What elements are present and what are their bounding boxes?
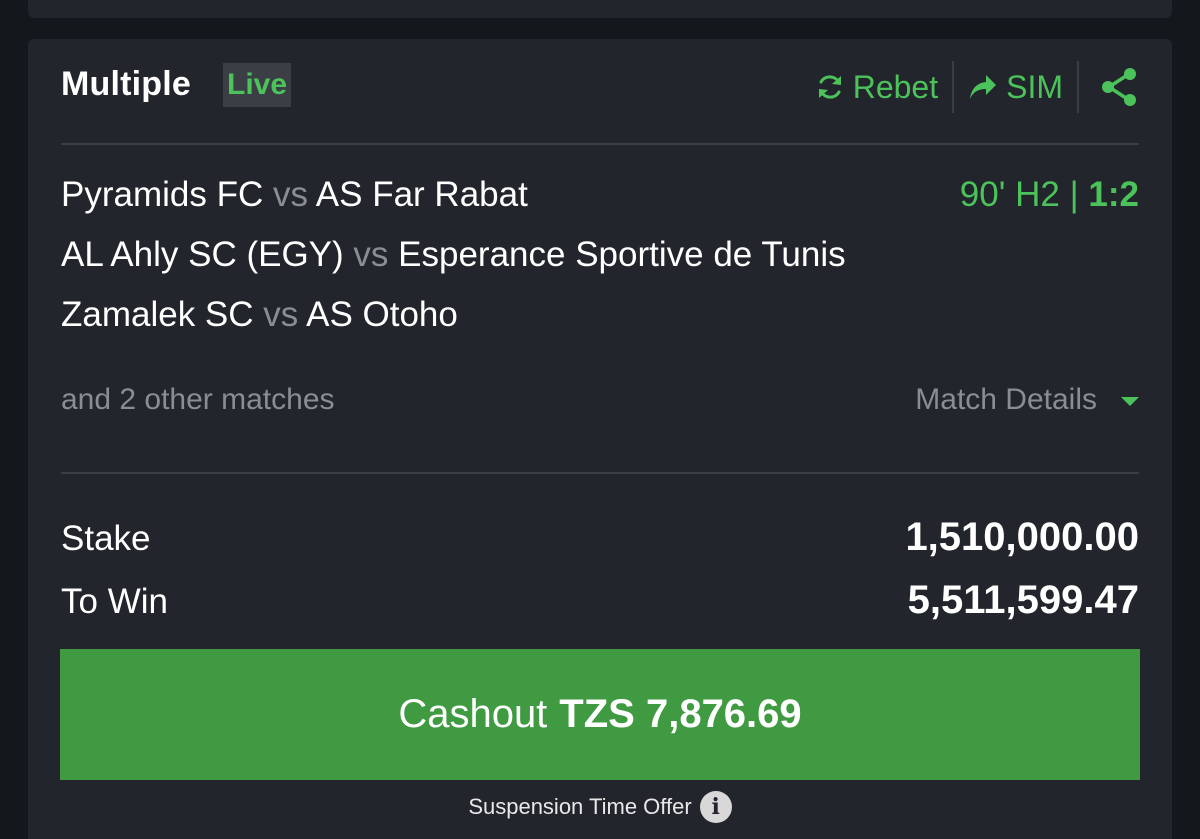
to-win-label: To Win xyxy=(61,582,168,621)
cashout-label: Cashout xyxy=(398,692,548,736)
other-matches-text: and 2 other matches xyxy=(61,383,335,416)
share-button[interactable] xyxy=(1099,66,1139,108)
match-row: Zamalek SC vs AS Otoho xyxy=(61,295,458,335)
home-team: AL Ahly SC (EGY) xyxy=(61,235,344,274)
match-row: AL Ahly SC (EGY) vs Esperance Sportive d… xyxy=(61,235,846,275)
vs-label: vs xyxy=(272,175,308,214)
bet-card: Multiple Live Rebet SIM Pyramids FC vs A… xyxy=(28,39,1172,839)
cashout-amount: TZS 7,876.69 xyxy=(559,692,802,736)
bet-actions: Rebet SIM xyxy=(815,61,1139,113)
home-team: Pyramids FC xyxy=(61,175,264,214)
vs-label: vs xyxy=(263,295,299,334)
rebet-button[interactable]: Rebet xyxy=(815,69,938,106)
suspension-time-offer[interactable]: Suspension Time Offer i xyxy=(28,791,1172,823)
home-team: Zamalek SC xyxy=(61,295,254,334)
share-icon xyxy=(1099,66,1139,108)
stake-value: 1,510,000.00 xyxy=(905,515,1139,559)
chevron-down-icon xyxy=(1121,396,1139,406)
live-score: 90' H2 | 1:2 xyxy=(960,175,1139,215)
live-badge: Live xyxy=(223,63,292,107)
previous-bet-card xyxy=(28,0,1172,18)
cashout-button[interactable]: Cashout TZS 7,876.69 xyxy=(60,649,1140,780)
away-team: Esperance Sportive de Tunis xyxy=(398,235,846,274)
info-icon[interactable]: i xyxy=(699,791,732,823)
share-arrow-icon xyxy=(968,73,998,101)
header-divider xyxy=(61,143,1139,145)
rebet-label: Rebet xyxy=(852,68,939,105)
sim-button[interactable]: SIM xyxy=(968,69,1063,106)
bet-type-title: Multiple xyxy=(61,65,192,103)
match-details-toggle[interactable]: Match Details xyxy=(915,383,1139,417)
match-time: 90' H2 xyxy=(959,175,1060,214)
match-row: Pyramids FC vs AS Far Rabat xyxy=(61,175,528,215)
score-divider: | xyxy=(1069,175,1079,214)
away-team: AS Far Rabat xyxy=(315,175,528,214)
action-separator xyxy=(952,61,955,113)
bet-header: Multiple Live Rebet SIM xyxy=(61,61,1139,113)
away-team: AS Otoho xyxy=(306,295,458,334)
action-separator xyxy=(1077,61,1079,113)
suspension-label: Suspension Time Offer xyxy=(468,794,692,819)
vs-label: vs xyxy=(353,235,389,274)
refresh-icon xyxy=(815,72,845,102)
match-details-label: Match Details xyxy=(915,383,1097,416)
to-win-value: 5,511,599.47 xyxy=(907,578,1139,622)
stake-label: Stake xyxy=(61,519,151,558)
sim-label: SIM xyxy=(1006,68,1063,105)
match-score: 1:2 xyxy=(1088,175,1139,214)
details-divider xyxy=(61,472,1139,474)
